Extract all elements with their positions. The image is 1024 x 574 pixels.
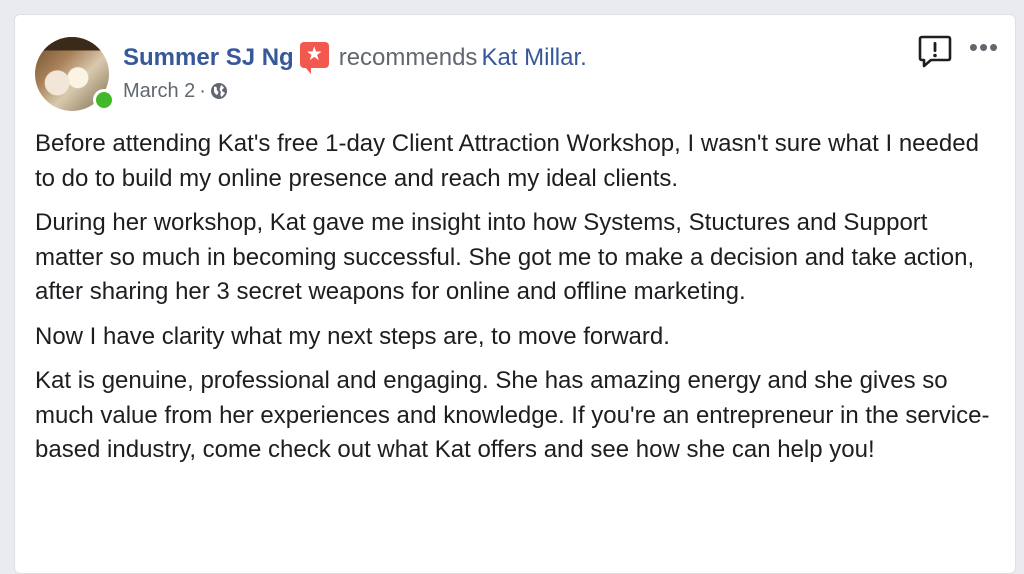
recommended-page-link[interactable]: Kat Millar. bbox=[481, 44, 586, 71]
author-name-link[interactable]: Summer SJ Ng bbox=[123, 44, 294, 71]
more-icon[interactable]: ••• bbox=[967, 34, 1001, 63]
post-body: Before attending Kat's free 1-day Client… bbox=[35, 127, 995, 478]
post-meta: March 2 · bbox=[123, 78, 228, 104]
post-paragraph: Now I have clarity what my next steps ar… bbox=[35, 322, 670, 350]
globe-icon[interactable] bbox=[210, 81, 228, 99]
meta-separator: · bbox=[199, 80, 206, 102]
recommendation-post: Summer SJ Ng ★ recommends Kat Millar. March… bbox=[14, 14, 1016, 574]
post-paragraph: Before attending Kat's free 1-day Client… bbox=[35, 130, 979, 192]
post-header: Summer SJ Ng ★ recommends Kat Millar. bbox=[123, 42, 587, 74]
online-status-icon bbox=[93, 89, 115, 111]
report-icon[interactable] bbox=[917, 33, 953, 69]
recommends-label: recommends bbox=[338, 44, 478, 71]
post-paragraph: During her workshop, Kat gave me insight… bbox=[35, 209, 975, 305]
post-paragraph: Kat is genuine, professional and engagin… bbox=[35, 367, 990, 463]
post-date-link[interactable]: March 2 bbox=[123, 80, 195, 102]
star-badge-icon: ★ bbox=[299, 42, 329, 74]
